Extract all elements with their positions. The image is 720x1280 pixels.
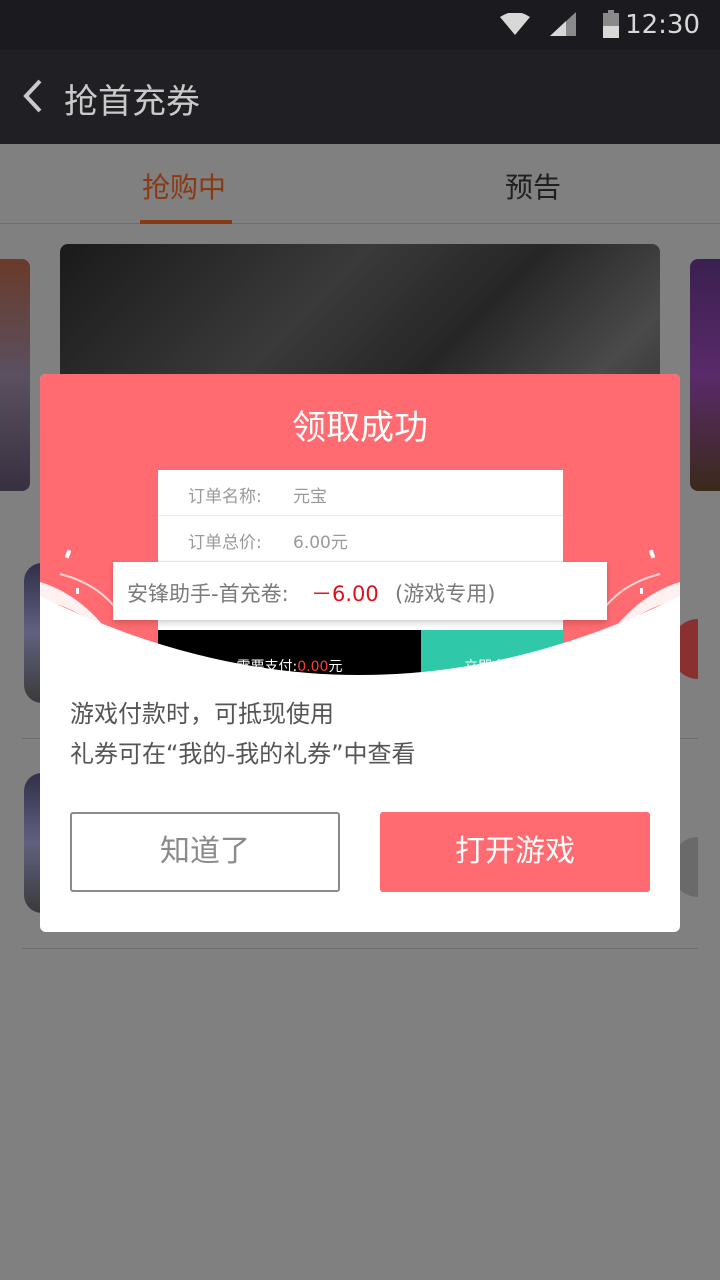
receipt-value: 元宝 xyxy=(293,487,327,507)
receipt-row-name: 订单名称: 元宝 xyxy=(158,470,563,516)
description-line: 礼券可在“我的-我的礼券”中查看 xyxy=(70,740,416,768)
coupon-name: 安锋助手-首充卷: xyxy=(127,582,289,606)
dismiss-button[interactable]: 知道了 xyxy=(70,812,340,892)
receipt-label: 订单名称: xyxy=(188,487,262,507)
open-game-button[interactable]: 打开游戏 xyxy=(380,812,650,892)
coupon-note: (游戏专用) xyxy=(395,582,496,606)
coupon-amount: －6.00 xyxy=(311,582,379,606)
success-dialog: 领取成功 订单名称: 元宝 订单总价: 6.00元 需要支付:0.00元 立即支… xyxy=(40,374,680,932)
coupon-strip: 安锋助手-首充卷: －6.00 (游戏专用) xyxy=(113,562,607,620)
dialog-description: 游戏付款时，可抵现使用 礼券可在“我的-我的礼券”中查看 xyxy=(70,694,416,774)
description-line: 游戏付款时，可抵现使用 xyxy=(70,700,334,728)
dialog-title: 领取成功 xyxy=(292,408,428,448)
